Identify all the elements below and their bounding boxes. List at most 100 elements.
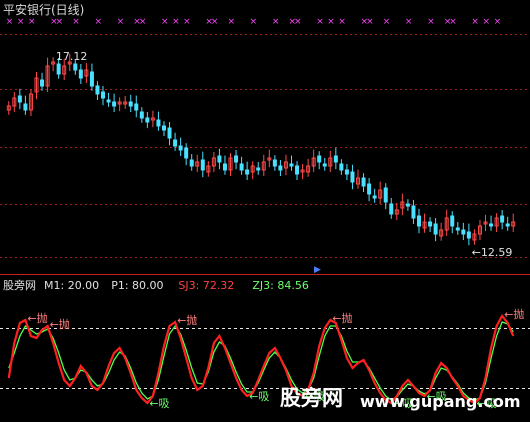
- high-price-label: 17.12: [56, 50, 88, 63]
- signal-marker-icon: ×: [483, 17, 491, 27]
- candle-body: [189, 159, 194, 167]
- candle-body: [173, 139, 178, 147]
- signal-marker-icon: ×: [471, 17, 479, 27]
- signal-marker-icon: ×: [316, 17, 324, 27]
- candlesticks: [6, 53, 516, 246]
- candle-body: [239, 163, 244, 171]
- candle-body: [134, 103, 139, 111]
- candle-body: [455, 227, 460, 231]
- candle-body: [156, 119, 161, 127]
- candle-body: [450, 215, 455, 227]
- signal-marker-icon: ×: [338, 17, 346, 27]
- candle-body: [466, 231, 471, 239]
- candle-body: [500, 215, 505, 223]
- candle-body: [339, 163, 344, 171]
- throw-annotation: ←抛: [27, 311, 47, 325]
- candle-body: [295, 165, 300, 175]
- signal-marker-icon: ×: [228, 17, 236, 27]
- suck-annotation: ←吸: [149, 397, 169, 410]
- candle-body: [128, 101, 133, 107]
- signal-marker-icon: ×: [211, 17, 219, 27]
- candle-body: [200, 159, 205, 171]
- candle-body: [145, 117, 150, 123]
- candle-body: [40, 79, 45, 87]
- signal-marker-icon: ×: [327, 17, 335, 27]
- candle-body: [389, 203, 394, 215]
- indicator-param-label: ZJ3: 84.56: [252, 279, 308, 292]
- signal-marker-icon: ×: [28, 17, 36, 27]
- signal-marker-icon: ×: [405, 17, 413, 27]
- candle-body: [322, 163, 327, 167]
- throw-annotation: ←抛: [504, 307, 524, 321]
- suck-annotation: ←吸: [249, 390, 269, 403]
- candle-body: [217, 155, 222, 163]
- signal-marker-icon: ×: [94, 17, 102, 27]
- indicator-param-label: SJ3: 72.32: [178, 279, 234, 292]
- low-price-label: ←12.59: [472, 246, 513, 259]
- indicator-params: M1: 20.00 P1: 80.00 SJ3: 72.32 ZJ3: 84.56: [44, 279, 309, 292]
- signal-marker-icon: ×: [494, 17, 502, 27]
- candle-body: [367, 183, 372, 195]
- candle-body: [383, 187, 388, 203]
- throw-annotation: ←抛: [50, 317, 70, 331]
- candle-body: [350, 171, 355, 183]
- indicator-levels: [0, 328, 530, 389]
- scroll-marker-icon: ▶: [314, 265, 321, 275]
- watermark-url: www.gupang.com: [360, 392, 521, 411]
- signal-marker-icon: ×: [294, 17, 302, 27]
- signal-marker-icon: ×: [172, 17, 180, 27]
- candle-body: [112, 101, 117, 107]
- candle-body: [256, 167, 261, 171]
- signal-marker-icon: ×: [427, 17, 435, 27]
- candle-body: [222, 163, 227, 171]
- candle-body: [489, 223, 494, 227]
- signal-marker-icon: ×: [383, 17, 391, 27]
- candle-body: [372, 195, 377, 199]
- candle-body: [101, 91, 106, 99]
- signal-marker-icon: ×: [161, 17, 169, 27]
- signal-marker-icon: ×: [449, 17, 457, 27]
- throw-annotation: ←抛: [177, 313, 197, 327]
- signal-marker-icon: ×: [250, 17, 258, 27]
- candle-body: [428, 221, 433, 227]
- candle-body: [161, 125, 166, 131]
- signal-marker-icon: ×: [183, 17, 191, 27]
- candle-body: [361, 177, 366, 187]
- signal-marker-icon: ×: [17, 17, 25, 27]
- candle-body: [17, 95, 22, 103]
- indicator-param-label: M1: 20.00: [44, 279, 99, 292]
- signal-marker-icon: ×: [139, 17, 147, 27]
- candle-body: [106, 99, 111, 103]
- indicator-name: 股旁网: [3, 278, 36, 292]
- candle-body: [405, 203, 410, 207]
- candle-body: [167, 127, 172, 139]
- signal-marker-icon: ×: [117, 17, 125, 27]
- candle-body: [333, 155, 338, 163]
- indicator-param-label: P1: 80.00: [111, 279, 163, 292]
- candle-body: [278, 165, 283, 171]
- signal-marker-icon: ×: [56, 17, 64, 27]
- candle-body: [289, 163, 294, 167]
- candle-body: [272, 159, 277, 167]
- signal-marker-icon: ×: [366, 17, 374, 27]
- candle-body: [78, 69, 83, 79]
- candle-body: [73, 63, 78, 71]
- throw-annotation: ←抛: [332, 311, 352, 325]
- candle-body: [56, 63, 61, 75]
- signal-markers: × × × ×× × × × ×× × × × ×× × × × ×× × × × ×× × × × ×× × × ×: [6, 17, 501, 27]
- candle-body: [23, 103, 28, 111]
- candle-body: [344, 169, 349, 175]
- candle-body: [416, 215, 421, 227]
- candle-body: [505, 223, 510, 227]
- candle-body: [411, 205, 416, 219]
- candle-body: [317, 155, 322, 163]
- candle-body: [178, 145, 183, 151]
- candle-body: [433, 223, 438, 235]
- chart-title: 平安银行(日线): [3, 2, 84, 17]
- watermark-main: 股旁网: [280, 386, 343, 410]
- candle-body: [89, 71, 94, 87]
- candle-body: [461, 229, 466, 235]
- candle-body: [234, 155, 239, 163]
- signal-marker-icon: ×: [6, 17, 14, 27]
- candle-body: [245, 169, 250, 175]
